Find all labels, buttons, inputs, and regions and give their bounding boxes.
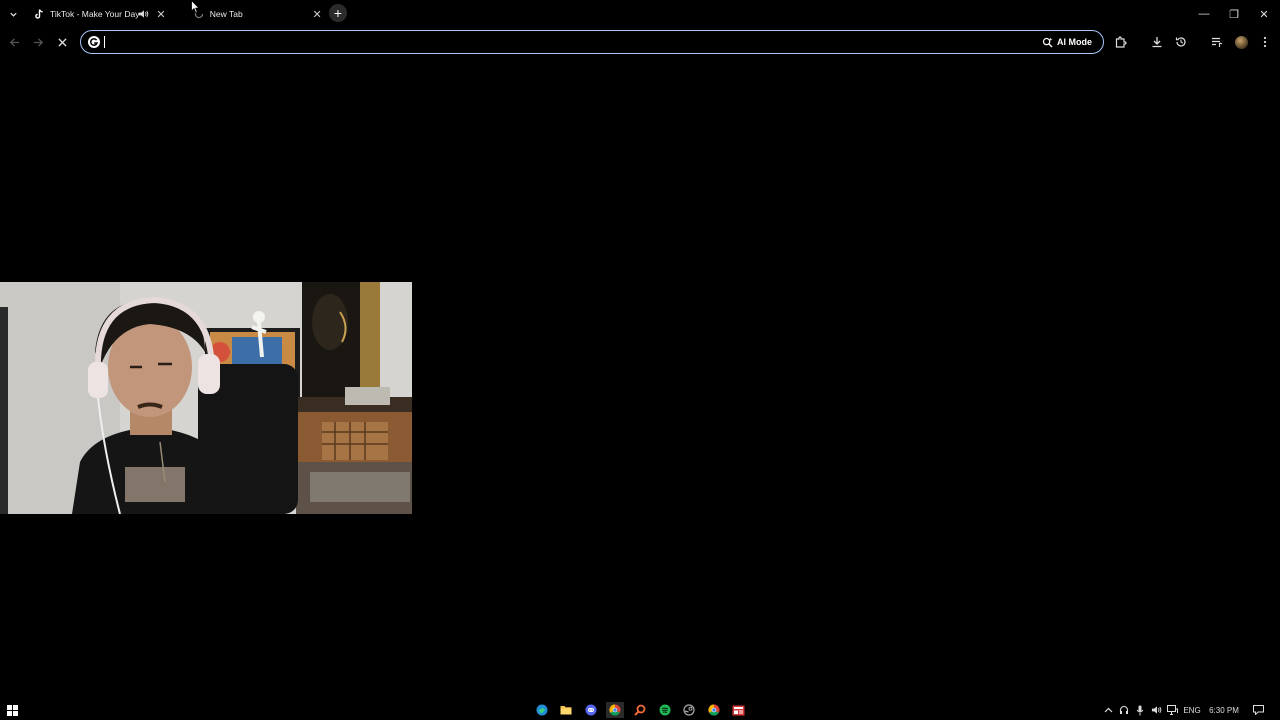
google-icon <box>88 36 100 48</box>
taskbar-file-explorer[interactable] <box>557 702 575 718</box>
tray-clock[interactable]: 6:30 PM <box>1206 700 1242 720</box>
stop-icon <box>57 37 67 47</box>
downloads-button[interactable] <box>1147 32 1167 52</box>
notification-icon <box>1252 705 1264 715</box>
history-icon <box>1175 37 1186 47</box>
text-caret <box>104 36 105 48</box>
tab-strip: TikTok - Make Your Day ✕ New Tab ✕ + — ❐… <box>0 0 1280 28</box>
close-button[interactable]: ✕ <box>1248 0 1280 28</box>
speaker-icon[interactable] <box>136 7 150 21</box>
ai-mode-button[interactable]: AI Mode <box>1036 33 1098 51</box>
webcam-overlay <box>0 282 412 514</box>
stop-loading-button[interactable] <box>52 32 72 52</box>
tab-title: New Tab <box>209 9 243 19</box>
ai-mode-label: AI Mode <box>1057 37 1092 47</box>
search-app-icon <box>634 704 646 716</box>
puzzle-icon <box>1115 36 1127 48</box>
taskbar-discord[interactable] <box>582 702 600 718</box>
download-icon <box>1152 37 1162 48</box>
discord-icon <box>585 704 597 716</box>
taskbar-search-app[interactable] <box>631 702 649 718</box>
chrome-icon <box>609 704 621 716</box>
tray-overflow-button[interactable] <box>1101 700 1115 720</box>
forward-arrow-icon <box>33 37 43 47</box>
tray-headset[interactable] <box>1117 700 1131 720</box>
close-icon: ✕ <box>1259 8 1269 21</box>
menu-button[interactable] <box>1255 32 1275 52</box>
tray-microphone[interactable] <box>1133 700 1147 720</box>
chevron-up-icon <box>1104 707 1112 713</box>
new-tab-button[interactable]: + <box>329 4 347 22</box>
taskbar-steam[interactable] <box>680 702 698 718</box>
tiktok-icon <box>32 7 46 21</box>
volume-icon <box>1151 706 1161 714</box>
minimize-button[interactable]: — <box>1188 0 1220 28</box>
tray-network[interactable] <box>1165 700 1179 720</box>
microphone-icon <box>1136 705 1144 715</box>
tab-search-button[interactable] <box>5 6 21 22</box>
media-controls-button[interactable] <box>1207 32 1227 52</box>
tray-volume[interactable] <box>1149 700 1163 720</box>
language-label: ENG <box>1183 705 1201 715</box>
folder-icon <box>560 706 572 715</box>
taskbar-news[interactable] <box>729 702 747 718</box>
action-center-button[interactable] <box>1250 700 1266 720</box>
webcam-feed-image <box>0 282 412 514</box>
tray-language[interactable]: ENG <box>1181 700 1203 720</box>
network-icon <box>1166 705 1178 715</box>
playlist-icon <box>1212 37 1223 47</box>
tab-tiktok[interactable]: TikTok - Make Your Day ✕ <box>26 0 178 28</box>
tab-new-tab[interactable]: New Tab ✕ <box>186 0 324 28</box>
taskbar-edge[interactable] <box>533 702 551 718</box>
back-button[interactable] <box>4 32 24 52</box>
clock-time: 6:30 PM <box>1209 705 1239 715</box>
tab-close-icon[interactable]: ✕ <box>154 7 168 21</box>
chrome-icon <box>708 704 720 716</box>
address-bar[interactable]: AI Mode <box>80 30 1104 54</box>
browser-toolbar: AI Mode <box>0 28 1280 56</box>
minimize-icon: — <box>1198 8 1210 20</box>
taskbar-spotify[interactable] <box>656 702 674 718</box>
extensions-button[interactable] <box>1111 32 1131 52</box>
more-vertical-icon <box>1263 36 1267 48</box>
avatar <box>1234 35 1248 49</box>
windows-taskbar: ENG 6:30 PM <box>0 700 1280 720</box>
back-arrow-icon <box>9 37 19 47</box>
address-input[interactable] <box>105 34 1005 50</box>
start-button[interactable] <box>3 702 21 718</box>
mouse-cursor-icon <box>191 0 200 14</box>
page-content <box>0 57 1280 700</box>
headset-icon <box>1119 705 1129 714</box>
search-sparkle-icon <box>1042 36 1053 48</box>
spotify-icon <box>659 704 671 716</box>
plus-icon: + <box>333 5 343 21</box>
tab-close-icon[interactable]: ✕ <box>310 7 324 21</box>
windows-icon <box>6 704 18 716</box>
restore-button[interactable]: ❐ <box>1218 0 1250 28</box>
chevron-down-icon <box>9 12 17 17</box>
restore-icon: ❐ <box>1229 8 1239 21</box>
profile-button[interactable] <box>1231 32 1251 52</box>
taskbar-chrome-2[interactable] <box>705 702 723 718</box>
news-icon <box>732 705 744 715</box>
history-button[interactable] <box>1171 32 1191 52</box>
tab-title: TikTok - Make Your Day <box>50 9 140 19</box>
forward-button[interactable] <box>28 32 48 52</box>
edge-icon <box>536 704 548 716</box>
steam-icon <box>683 704 695 716</box>
taskbar-chrome[interactable] <box>606 702 624 718</box>
